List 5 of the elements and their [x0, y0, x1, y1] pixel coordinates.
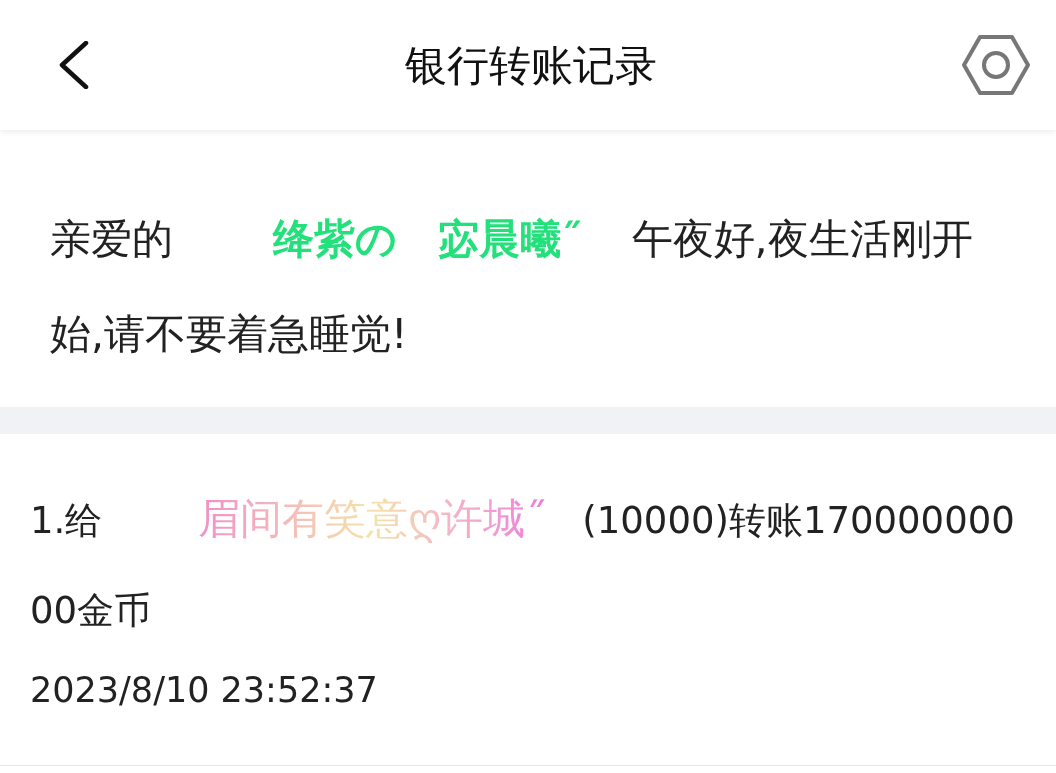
record-text: 1.给 眉间有笑意ღ许城˝ (10000)转账17000000000金币 — [30, 493, 1016, 634]
record-time: 2023/8/10 23:52:37 — [30, 669, 379, 712]
greeting-text: 亲爱的 绛紫の 宓晨曦˝ 午夜好,夜生活刚开始,请不要着急睡觉! — [50, 214, 974, 360]
page-title: 银行转账记录 — [404, 39, 658, 92]
settings-icon[interactable] — [962, 34, 1030, 96]
